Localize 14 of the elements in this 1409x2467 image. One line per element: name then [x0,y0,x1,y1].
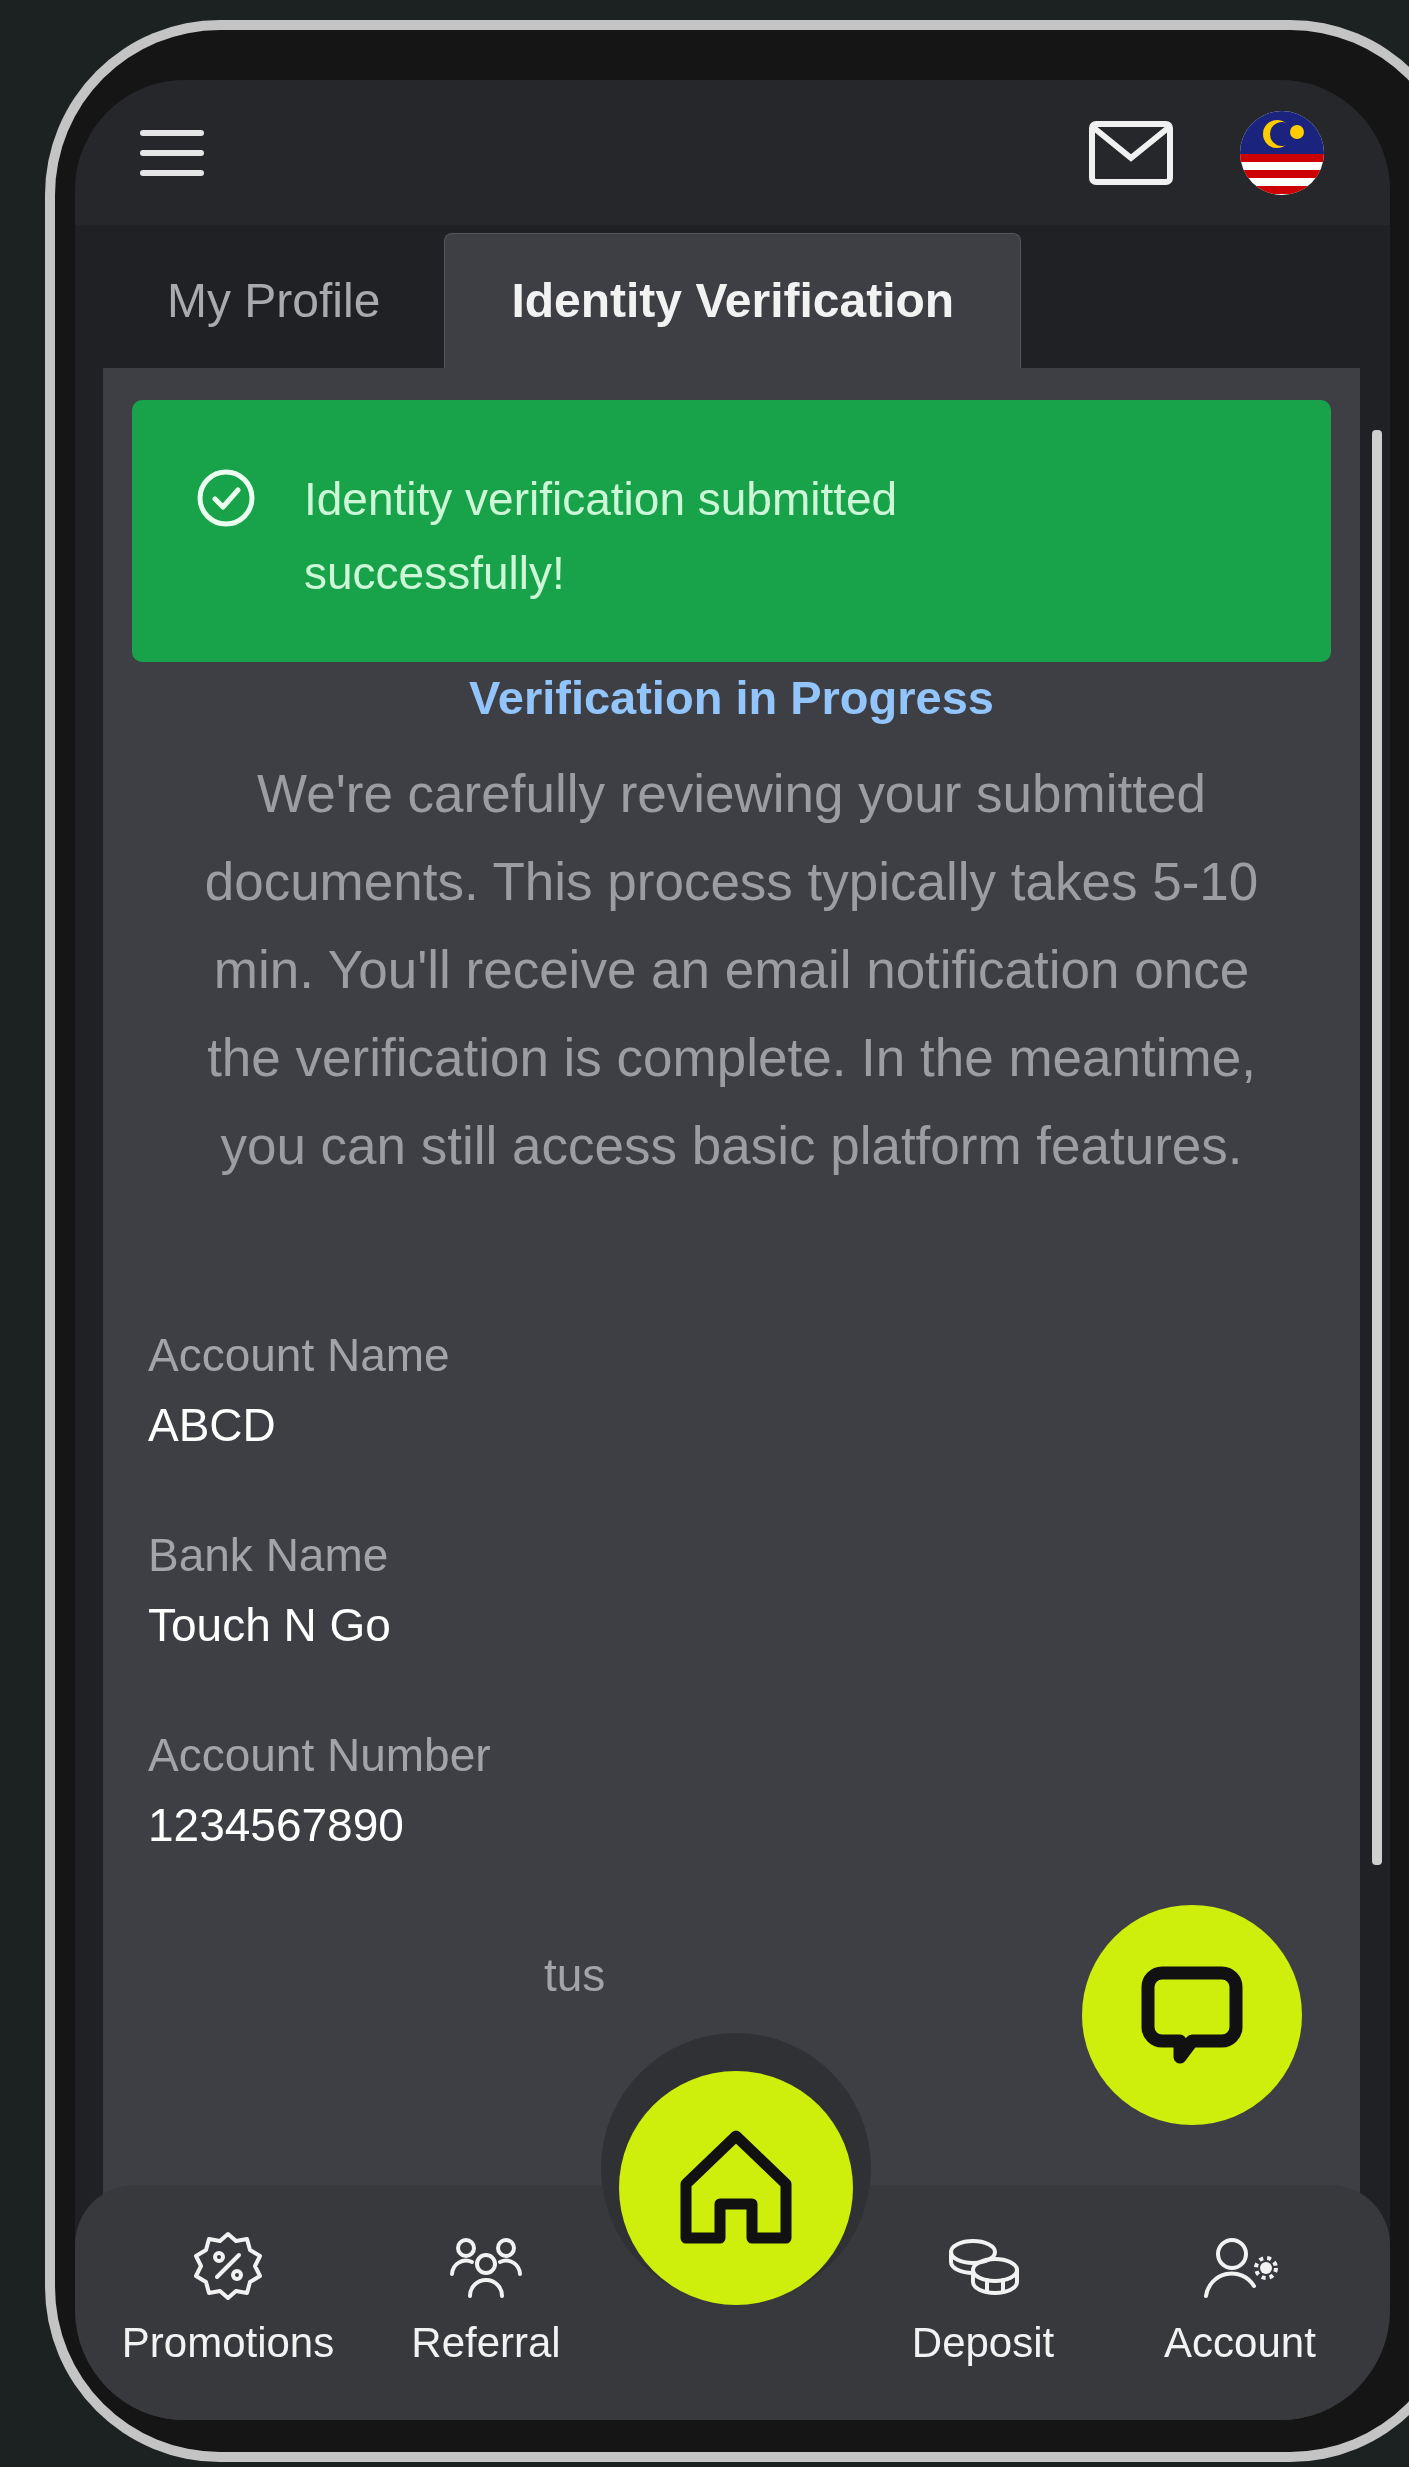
mail-icon[interactable] [1088,119,1174,186]
menu-icon[interactable] [140,127,204,178]
check-circle-icon [196,468,256,528]
field-value: 1234567890 [148,1798,404,1853]
field-label: tus [544,1948,606,2003]
field-label: Bank Name [148,1528,389,1583]
field-label: Account Number [148,1728,491,1783]
alert-message: Identity verification submitted successfully! [304,472,899,601]
field-value: Touch N Go [148,1598,391,1653]
field-label: Account Name [148,1328,450,1383]
tab[interactable]: Identity Verification [444,233,1022,368]
status-title: Verification in Progress [469,670,994,726]
field-value: ABCD [148,1398,276,1453]
status-description: We're carefully reviewing your submitted documents. This process typically takes 5-10 min. You'll receive an email notification once the verification is complete. In the meantime, you can still access basic platform features. [203,763,1260,1177]
